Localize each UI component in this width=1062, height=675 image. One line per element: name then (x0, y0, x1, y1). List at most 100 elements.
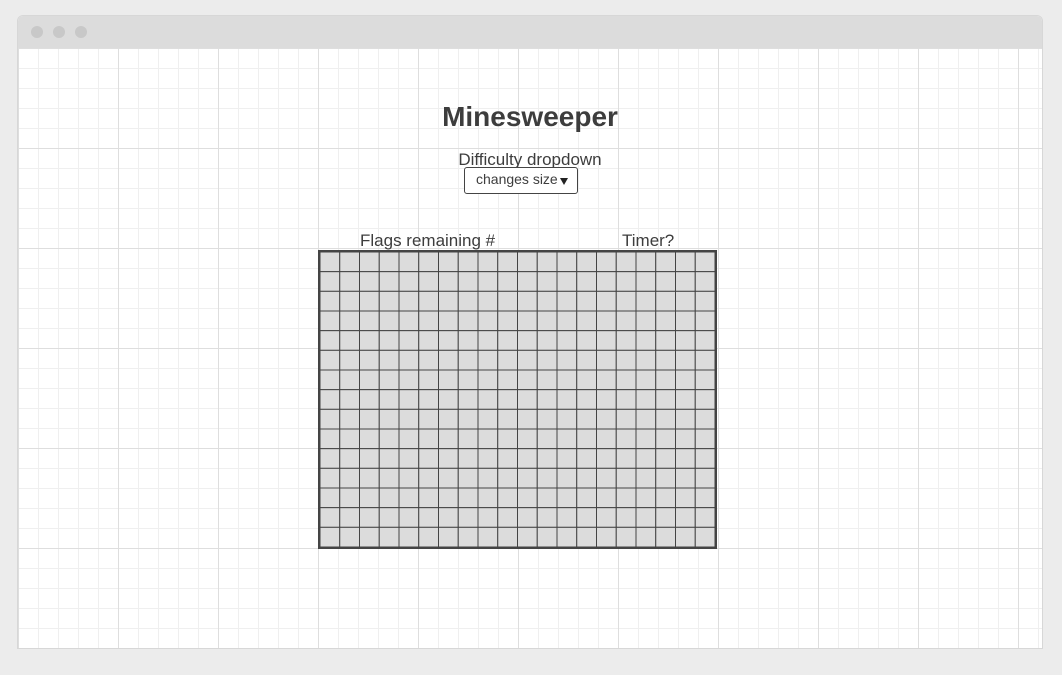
board-cell[interactable] (418, 310, 439, 332)
window-minimize-dot[interactable] (53, 26, 65, 38)
board-cell[interactable] (320, 526, 341, 547)
board-cell[interactable] (675, 487, 696, 509)
board-cell[interactable] (517, 252, 538, 273)
board-cell[interactable] (320, 487, 341, 509)
board-cell[interactable] (359, 349, 380, 371)
board-cell[interactable] (556, 290, 578, 312)
board-cell[interactable] (398, 310, 420, 332)
board-cell[interactable] (655, 428, 676, 450)
board-cell[interactable] (320, 448, 341, 469)
board-cell[interactable] (675, 330, 696, 351)
board-cell[interactable] (497, 526, 518, 547)
board-cell[interactable] (477, 428, 499, 450)
board-cell[interactable] (339, 349, 360, 371)
board-cell[interactable] (438, 526, 459, 547)
board-cell[interactable] (320, 290, 341, 312)
board-cell[interactable] (378, 310, 400, 332)
board-cell[interactable] (438, 428, 459, 450)
board-cell[interactable] (398, 428, 420, 450)
board-cell[interactable] (694, 330, 715, 351)
board-cell[interactable] (596, 310, 617, 332)
board-cell[interactable] (655, 389, 676, 410)
board-cell[interactable] (517, 526, 538, 547)
board-cell[interactable] (398, 448, 420, 469)
board-cell[interactable] (576, 507, 597, 528)
board-cell[interactable] (517, 428, 538, 450)
board-cell[interactable] (655, 349, 676, 371)
board-cell[interactable] (655, 330, 676, 351)
board-cell[interactable] (320, 330, 341, 351)
board-cell[interactable] (675, 428, 696, 450)
board-cell[interactable] (536, 428, 558, 450)
board-cell[interactable] (536, 271, 558, 292)
board-cell[interactable] (596, 252, 617, 273)
board-cell[interactable] (675, 290, 696, 312)
board-cell[interactable] (517, 271, 538, 292)
board-cell[interactable] (457, 290, 479, 312)
board-cell[interactable] (339, 448, 360, 469)
board-cell[interactable] (596, 330, 617, 351)
board-cell[interactable] (477, 526, 499, 547)
board-cell[interactable] (477, 369, 499, 391)
board-cell[interactable] (438, 448, 459, 469)
board-cell[interactable] (359, 252, 380, 273)
board-cell[interactable] (457, 389, 479, 410)
board-cell[interactable] (339, 507, 360, 528)
board-cell[interactable] (694, 389, 715, 410)
board-cell[interactable] (418, 408, 439, 430)
board-cell[interactable] (615, 310, 637, 332)
board-cell[interactable] (596, 408, 617, 430)
board-cell[interactable] (339, 526, 360, 547)
board-cell[interactable] (536, 389, 558, 410)
board-cell[interactable] (339, 408, 360, 430)
board-cell[interactable] (477, 349, 499, 371)
board-cell[interactable] (457, 408, 479, 430)
board-cell[interactable] (378, 467, 400, 489)
board-cell[interactable] (576, 526, 597, 547)
board-cell[interactable] (576, 467, 597, 489)
board-cell[interactable] (457, 507, 479, 528)
board-cell[interactable] (378, 271, 400, 292)
board-cell[interactable] (477, 271, 499, 292)
board-cell[interactable] (477, 507, 499, 528)
board-cell[interactable] (576, 448, 597, 469)
board-cell[interactable] (517, 290, 538, 312)
board-cell[interactable] (536, 467, 558, 489)
board-cell[interactable] (694, 467, 715, 489)
board-cell[interactable] (536, 487, 558, 509)
board-cell[interactable] (675, 271, 696, 292)
board-cell[interactable] (457, 526, 479, 547)
board-cell[interactable] (556, 408, 578, 430)
board-cell[interactable] (398, 408, 420, 430)
board-cell[interactable] (536, 408, 558, 430)
board-cell[interactable] (675, 408, 696, 430)
board-cell[interactable] (517, 389, 538, 410)
board-cell[interactable] (418, 290, 439, 312)
board-cell[interactable] (576, 408, 597, 430)
board-cell[interactable] (517, 487, 538, 509)
board-cell[interactable] (517, 448, 538, 469)
board-cell[interactable] (320, 310, 341, 332)
board-cell[interactable] (556, 310, 578, 332)
board-cell[interactable] (536, 290, 558, 312)
difficulty-dropdown[interactable]: changes size (464, 167, 578, 194)
board-cell[interactable] (398, 349, 420, 371)
board-cell[interactable] (655, 369, 676, 391)
board-cell[interactable] (320, 389, 341, 410)
board-cell[interactable] (675, 507, 696, 528)
board-cell[interactable] (378, 369, 400, 391)
board-cell[interactable] (359, 507, 380, 528)
board-cell[interactable] (655, 252, 676, 273)
board-cell[interactable] (339, 252, 360, 273)
board-cell[interactable] (418, 271, 439, 292)
board-cell[interactable] (556, 271, 578, 292)
board-cell[interactable] (418, 330, 439, 351)
board-cell[interactable] (536, 330, 558, 351)
board-cell[interactable] (438, 271, 459, 292)
board-cell[interactable] (320, 349, 341, 371)
board-cell[interactable] (497, 271, 518, 292)
board-cell[interactable] (359, 310, 380, 332)
board-cell[interactable] (418, 467, 439, 489)
board-cell[interactable] (359, 408, 380, 430)
minesweeper-board[interactable] (318, 250, 717, 549)
